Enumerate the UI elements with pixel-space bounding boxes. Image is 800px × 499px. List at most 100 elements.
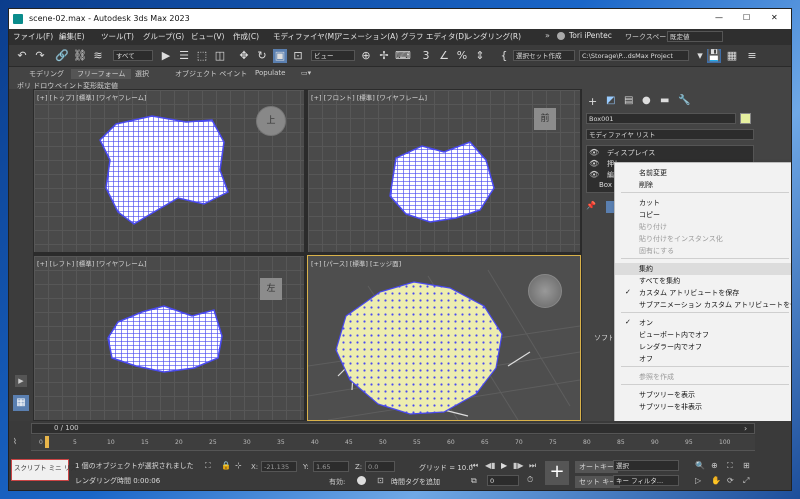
viewport-label[interactable]: [+] [レフト] [標準] [ワイヤフレーム] xyxy=(37,258,147,268)
pin-stack-icon[interactable]: 📌 xyxy=(586,201,596,210)
play-icon[interactable]: ▶ xyxy=(501,461,507,470)
orbit-icon[interactable]: ⟳ xyxy=(727,476,734,485)
zoom-all-icon[interactable]: ⊕ xyxy=(711,461,718,470)
auto-key-button[interactable]: オートキー xyxy=(575,461,618,473)
menu-file[interactable]: ファイル(F) xyxy=(13,31,53,42)
selection-lock-icon[interactable]: 🔒 xyxy=(221,461,231,470)
context-menu-item[interactable]: サブツリーを表示 xyxy=(615,389,791,401)
context-menu-item[interactable]: カット xyxy=(615,197,791,209)
viewcube[interactable] xyxy=(528,274,562,308)
ribbon-tab-object-paint[interactable]: オブジェクト ペイント xyxy=(175,69,247,79)
link-icon[interactable]: 🔗 xyxy=(55,49,69,63)
key-mode-icon[interactable]: ⧉ xyxy=(471,476,477,486)
mesh-object[interactable] xyxy=(94,112,234,232)
viewport-front[interactable]: [+] [フロント] [標準] [ワイヤフレーム] 前 xyxy=(307,89,581,253)
viewcube[interactable]: 左 xyxy=(260,278,282,300)
mesh-object[interactable] xyxy=(386,138,498,224)
maximize-button[interactable]: ☐ xyxy=(743,13,750,22)
toolbar-overflow-icon[interactable]: ≡ xyxy=(745,49,759,63)
context-menu-item[interactable]: オフ xyxy=(615,353,791,365)
enabled-toggle-icon[interactable] xyxy=(357,476,366,485)
unlink-icon[interactable]: ⛓ xyxy=(73,49,87,63)
pan-icon[interactable]: ✋ xyxy=(711,476,721,485)
pivot-center-icon[interactable]: ⊕ xyxy=(359,49,373,63)
z-coordinate-field[interactable]: 0.0 xyxy=(365,461,395,472)
current-frame-field[interactable]: 0 xyxy=(487,475,519,486)
zoom-icon[interactable]: 🔍 xyxy=(695,461,705,470)
create-tab-icon[interactable]: + xyxy=(588,95,597,108)
ribbon-tab-modeling[interactable]: モデリング xyxy=(29,69,64,79)
viewport-perspective[interactable]: [+] [パース] [標準] [エッジ面] xyxy=(307,255,581,421)
percent-snap-icon[interactable]: % xyxy=(455,49,469,63)
rotate-icon[interactable]: ↻ xyxy=(255,49,269,63)
object-color-swatch[interactable] xyxy=(740,113,751,124)
context-menu-item[interactable]: コピー xyxy=(615,209,791,221)
maximize-viewport-icon[interactable]: ⤢ xyxy=(743,476,749,486)
rect-selection-icon[interactable]: ⬚ xyxy=(195,49,209,63)
expand-arrow-icon[interactable]: ▶ xyxy=(15,375,27,387)
menu-tools[interactable]: ツール(T) xyxy=(101,31,134,42)
move-icon[interactable]: ✥ xyxy=(237,49,251,63)
context-menu-item[interactable]: サブアニメーション カスタム アトリビュートを保持 xyxy=(615,299,791,311)
soft-selection-rollout[interactable]: ソフト選択 xyxy=(594,333,612,343)
time-slider[interactable]: 0 / 100 › xyxy=(31,423,755,434)
snap-toggle-icon[interactable]: 3 xyxy=(419,49,433,63)
close-button[interactable]: ✕ xyxy=(771,13,778,22)
key-selection-dropdown[interactable]: 選択 xyxy=(613,460,679,471)
reference-coord-dropdown[interactable]: ビュー xyxy=(311,50,355,61)
menu-modifiers[interactable]: モディファイヤ(M) xyxy=(273,31,337,42)
set-project-icon[interactable]: ▾ xyxy=(693,49,707,63)
context-menu-item[interactable]: 集約 xyxy=(615,263,791,275)
context-menu-item[interactable]: 名前変更 xyxy=(615,167,791,179)
named-selection-set-field[interactable]: 選択セット作成 xyxy=(513,50,575,61)
goto-end-icon[interactable]: ⏭ xyxy=(529,461,536,471)
menu-animation[interactable]: アニメーション(A) xyxy=(335,31,398,42)
display-tab-icon[interactable]: ▬ xyxy=(660,95,669,106)
menu-graph-editors[interactable]: グラフ エディタ(D) xyxy=(401,31,467,42)
stack-eye-icon[interactable]: 👁 xyxy=(589,159,599,168)
menu-create[interactable]: 作成(C) xyxy=(233,31,259,42)
minimize-button[interactable]: — xyxy=(715,13,723,22)
keyboard-shortcut-override-icon[interactable]: ⌨ xyxy=(395,49,411,63)
modifier-list-dropdown[interactable]: モディファイヤ リスト xyxy=(586,129,754,140)
goto-start-icon[interactable]: ⏮ xyxy=(471,461,478,471)
edit-named-selection-icon[interactable]: { xyxy=(497,49,511,63)
bind-space-warp-icon[interactable]: ≋ xyxy=(91,49,105,63)
add-time-tag-icon[interactable]: ⊡ xyxy=(377,476,384,485)
next-frame-icon[interactable]: ▮▶ xyxy=(513,461,524,470)
workspace-dropdown[interactable]: 既定値 xyxy=(667,31,723,42)
modify-tab-icon[interactable]: ◩ xyxy=(606,95,615,106)
object-name-field[interactable]: Box001 xyxy=(586,113,736,124)
user-account-menu[interactable]: Tori iPentec xyxy=(569,31,612,40)
open-explorer-icon[interactable]: ▦ xyxy=(725,49,739,63)
absolute-mode-icon[interactable]: ⊹ xyxy=(235,461,242,470)
motion-tab-icon[interactable]: ● xyxy=(642,95,651,106)
hierarchy-tab-icon[interactable]: ▤ xyxy=(624,95,633,106)
context-menu-item[interactable]: オン xyxy=(615,317,791,329)
undo-icon[interactable]: ↶ xyxy=(15,49,29,63)
select-manipulate-icon[interactable]: ✢ xyxy=(377,49,391,63)
menu-edit[interactable]: 編集(E) xyxy=(59,31,85,42)
window-crossing-icon[interactable]: ◫ xyxy=(213,49,227,63)
menu-rendering[interactable]: レンダリング(R) xyxy=(465,31,521,42)
save-icon[interactable]: 💾 xyxy=(707,49,721,63)
context-menu-item[interactable]: すべてを集約 xyxy=(615,275,791,287)
ribbon-tab-freeform[interactable]: フリーフォーム xyxy=(71,69,132,79)
time-config-icon[interactable]: ⏱ xyxy=(527,475,533,485)
scale-icon[interactable]: ▣ xyxy=(273,49,287,63)
isolate-selection-icon[interactable]: ⛶ xyxy=(205,461,211,471)
context-menu-item[interactable]: カスタム アトリビュートを保存 xyxy=(615,287,791,299)
ribbon-options-icon[interactable]: ▭▾ xyxy=(301,69,311,77)
select-object-icon[interactable]: ▶ xyxy=(159,49,173,63)
zoom-extents-icon[interactable]: ⛶ xyxy=(727,461,733,471)
zoom-extents-all-icon[interactable]: ⊞ xyxy=(743,461,750,470)
project-path-field[interactable]: C:\Storage\P...dsMax Project xyxy=(579,50,689,61)
add-time-tag-label[interactable]: 時間タグを追加 xyxy=(391,477,440,487)
angle-snap-icon[interactable]: ∠ xyxy=(437,49,451,63)
mesh-object[interactable] xyxy=(104,302,228,374)
viewport-layouts-icon[interactable]: ▦ xyxy=(13,395,29,411)
mesh-object[interactable] xyxy=(326,276,506,416)
placement-icon[interactable]: ⊡ xyxy=(291,49,305,63)
time-slider-next-icon[interactable]: › xyxy=(744,424,747,433)
viewport-label[interactable]: [+] [フロント] [標準] [ワイヤフレーム] xyxy=(311,92,427,102)
